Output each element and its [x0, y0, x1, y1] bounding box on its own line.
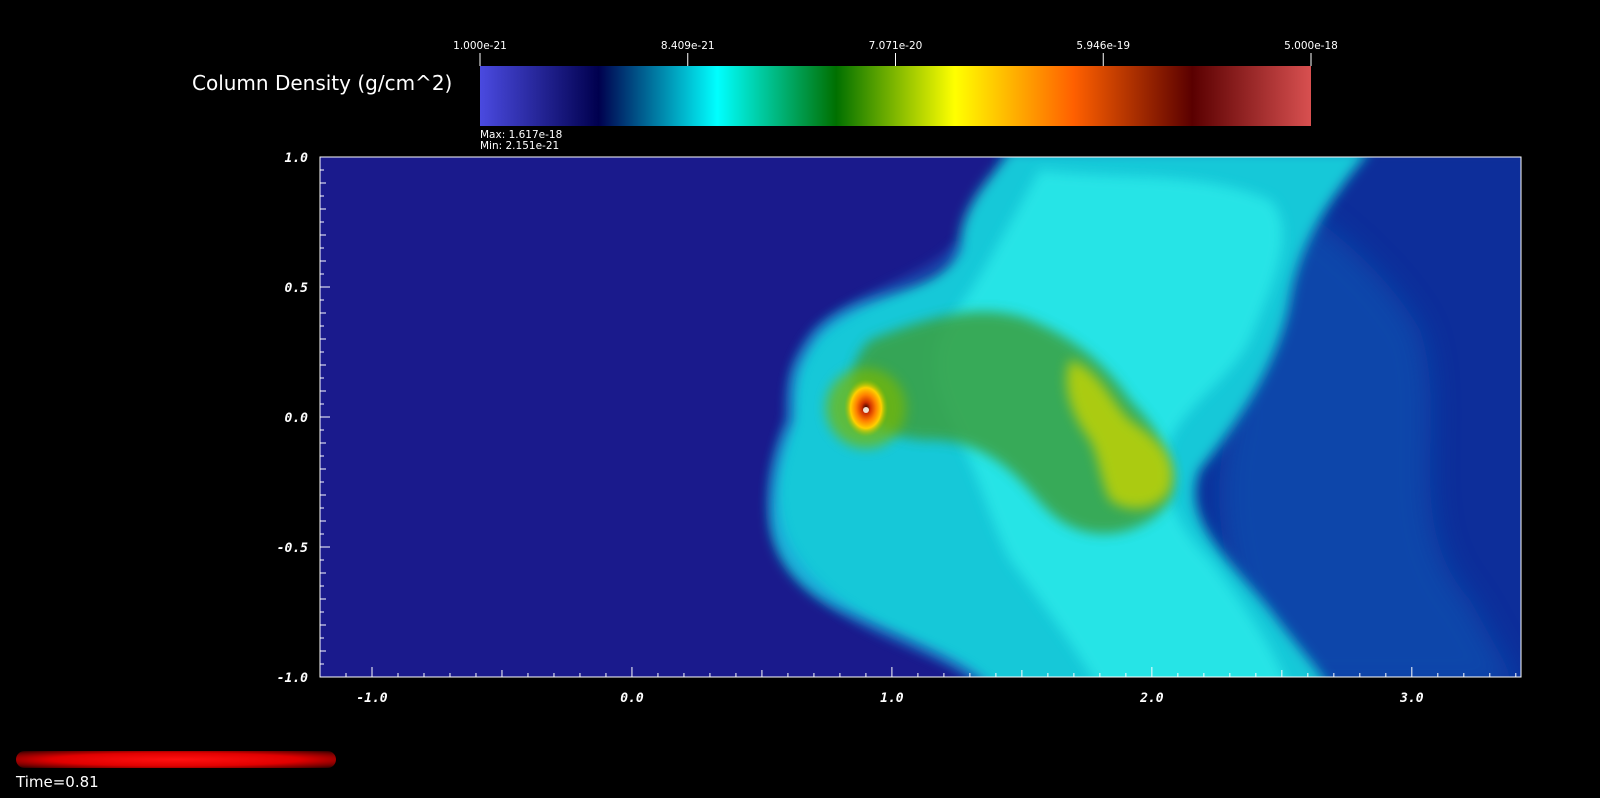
y-tick-label: 1.0 [285, 151, 309, 166]
x-tick-label: 3.0 [1399, 691, 1424, 706]
core-center [863, 407, 869, 413]
y-tick-label: -1.0 [277, 671, 308, 686]
column-density-plot: -1.0 0.0 1.0 2.0 3.0 1.0 0.5 0.0 -0.5 -1.0 [277, 151, 1522, 706]
x-tick-label: 1.0 [880, 691, 904, 706]
time-label: Time=0.81 [16, 773, 99, 791]
y-tick-label: -0.5 [277, 541, 308, 556]
heatmap-image [320, 157, 1521, 677]
x-tick-label: 0.0 [620, 691, 644, 706]
x-tick-label: 2.0 [1139, 691, 1164, 706]
y-tick-label: 0.5 [285, 281, 309, 296]
time-progress-bar [16, 751, 336, 768]
x-tick-label: -1.0 [356, 691, 387, 706]
y-tick-label: 0.0 [285, 411, 309, 426]
